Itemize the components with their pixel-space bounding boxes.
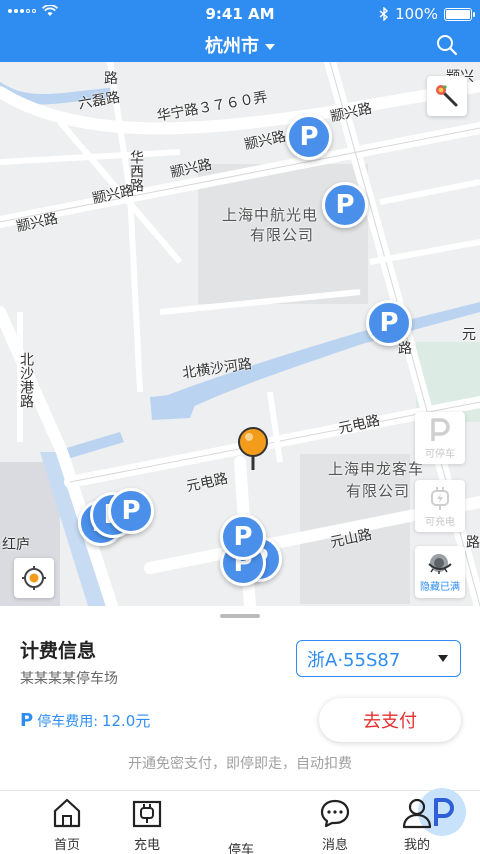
parking-lot-name: 某某某某停车场 [20, 671, 118, 687]
parking-marker[interactable]: P [108, 488, 154, 534]
battery-percent: 100% [395, 5, 438, 23]
plate-selector[interactable]: 浙A·55S87 [296, 640, 461, 677]
tab-label: 首页 [53, 838, 80, 853]
parking-p-icon: P [20, 710, 34, 731]
tab-messages[interactable]: 消息 [295, 797, 375, 853]
road-label: 红庐 [2, 537, 30, 553]
poi-label: 有限公司 [346, 482, 411, 500]
battery-icon [444, 7, 475, 21]
charging-label: 可充电 [425, 516, 455, 528]
charging-plug-icon [431, 486, 449, 510]
billing-panel: 计费信息 某某某某停车场 浙A·55S87 P 停车费用: 12.0元 去支付 … [0, 606, 480, 790]
parking-marker[interactable]: P [286, 114, 332, 160]
poi-label: 上海中航光电 [222, 206, 319, 224]
search-icon[interactable] [436, 34, 458, 56]
tab-label: 停车 [227, 843, 254, 854]
available-parking-label: 可停车 [425, 448, 455, 460]
message-icon [320, 799, 350, 828]
locate-me-button[interactable] [14, 558, 54, 598]
tab-home[interactable]: 首页 [27, 797, 107, 853]
caret-down-icon [438, 655, 448, 662]
auto-pay-promo[interactable]: 开通免密支付，即停即走，自动扣费 [0, 753, 480, 773]
brush-tool-icon [436, 85, 458, 107]
crosshair-icon [22, 566, 46, 590]
city-selector[interactable]: 杭州市 [0, 32, 480, 58]
tab-label: 消息 [321, 838, 348, 853]
road-label: 路 [466, 535, 480, 551]
eye-closed-icon [428, 553, 452, 574]
status-right: 100% [379, 5, 475, 23]
hide-full-label: 隐藏已满 [420, 581, 460, 593]
drag-handle[interactable] [220, 614, 260, 618]
fee-label: 停车费用: [37, 713, 98, 730]
tab-charging[interactable]: 充电 [107, 797, 187, 853]
parking-marker[interactable]: P [220, 514, 266, 560]
tab-profile[interactable]: 我的 [377, 797, 457, 853]
road-label: 路 [104, 71, 118, 87]
map-tool-button[interactable] [427, 76, 467, 116]
available-parking-toggle[interactable]: 可停车 [415, 412, 465, 464]
bluetooth-icon [379, 7, 389, 21]
tab-label: 我的 [403, 838, 430, 853]
tab-label: 充电 [133, 838, 160, 853]
city-name: 杭州市 [205, 36, 259, 57]
fee-row: P 停车费用: 12.0元 [20, 710, 150, 731]
parking-marker[interactable]: P [322, 182, 368, 228]
app-header: 9:41 AM 100% 杭州市 [0, 0, 480, 62]
poi-label: 上海申龙客车 [328, 460, 425, 478]
plate-number: 浙A·55S87 [307, 649, 401, 671]
parking-icon [431, 417, 450, 441]
map-view[interactable]: 六磊路 华宁路３７６０弄 华西路 颛兴路 颛兴路 颛兴路 颛兴路 颛兴路 北沙港… [0, 62, 480, 606]
charging-toggle[interactable]: 可充电 [415, 480, 465, 532]
road-label: 元 [462, 327, 476, 343]
location-pin-icon [238, 427, 268, 470]
road-label: 北沙港路 [18, 352, 34, 408]
parking-marker[interactable]: P [366, 300, 412, 346]
charging-icon [132, 800, 162, 828]
pay-button[interactable]: 去支付 [319, 698, 461, 742]
tab-parking[interactable]: 停车 [201, 788, 466, 854]
status-bar: 9:41 AM 100% [0, 0, 480, 28]
billing-title: 计费信息 [20, 640, 97, 662]
home-icon [53, 798, 81, 828]
poi-label: 有限公司 [250, 226, 315, 244]
profile-icon [402, 798, 432, 829]
hide-full-toggle[interactable]: 隐藏已满 [415, 546, 465, 598]
fee-value: 12.0元 [101, 712, 151, 730]
tab-bar: 首页 充电 停车 消息 我的 [0, 788, 480, 854]
chevron-down-icon [265, 44, 275, 50]
